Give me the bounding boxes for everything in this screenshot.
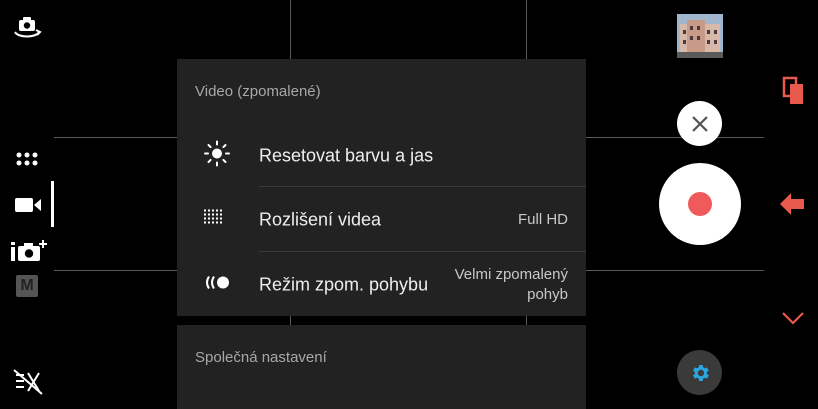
settings-button[interactable]	[677, 350, 722, 395]
photo-plus-icon[interactable]	[10, 238, 48, 264]
active-mode-indicator	[51, 181, 54, 227]
video-mode-icon[interactable]	[12, 193, 44, 217]
arrow-left-icon[interactable]	[779, 191, 805, 217]
menu-item-video-resolution[interactable]: Rozlišení videa Full HD	[177, 187, 586, 252]
menu-item-label: Režim zpom. pohybu	[259, 274, 429, 294]
manual-mode-icon[interactable]: M	[16, 275, 38, 297]
section-title: Společná nastavení	[195, 349, 327, 366]
record-button[interactable]	[659, 163, 741, 245]
resolution-grid-icon	[203, 208, 227, 231]
menu-item-value: Full HD	[517, 210, 568, 228]
close-icon	[691, 115, 708, 132]
menu-item-value: Velmi zpomalený pohyb	[454, 265, 568, 303]
menu-item-label: Resetovat barvu a jas	[259, 145, 434, 165]
close-button[interactable]	[677, 101, 722, 146]
gallery-thumbnail[interactable]	[677, 14, 723, 58]
menu-item-label: Rozlišení videa	[259, 209, 382, 229]
manual-mode-label: M	[20, 277, 34, 294]
menu-item-reset-color[interactable]: Resetovat barvu a jas	[177, 123, 586, 188]
brightness-icon	[203, 139, 231, 172]
slow-motion-icon	[203, 273, 233, 296]
section-title: Video (zpomalené)	[195, 83, 321, 100]
flash-off-icon[interactable]	[12, 368, 44, 396]
settings-gear-icon	[692, 364, 709, 381]
record-dot	[688, 192, 712, 216]
chevron-down-icon[interactable]	[781, 310, 805, 326]
more-modes-icon[interactable]	[12, 148, 42, 170]
copy-icon[interactable]	[782, 76, 806, 106]
menu-item-slow-motion[interactable]: Režim zpom. pohybu Velmi zpomalený pohyb	[177, 252, 586, 317]
switch-camera-icon[interactable]	[10, 14, 44, 42]
common-settings-panel: Společná nastavení	[177, 325, 586, 409]
settings-panel: Video (zpomalené) Resetovat barvu a jas	[177, 59, 586, 316]
